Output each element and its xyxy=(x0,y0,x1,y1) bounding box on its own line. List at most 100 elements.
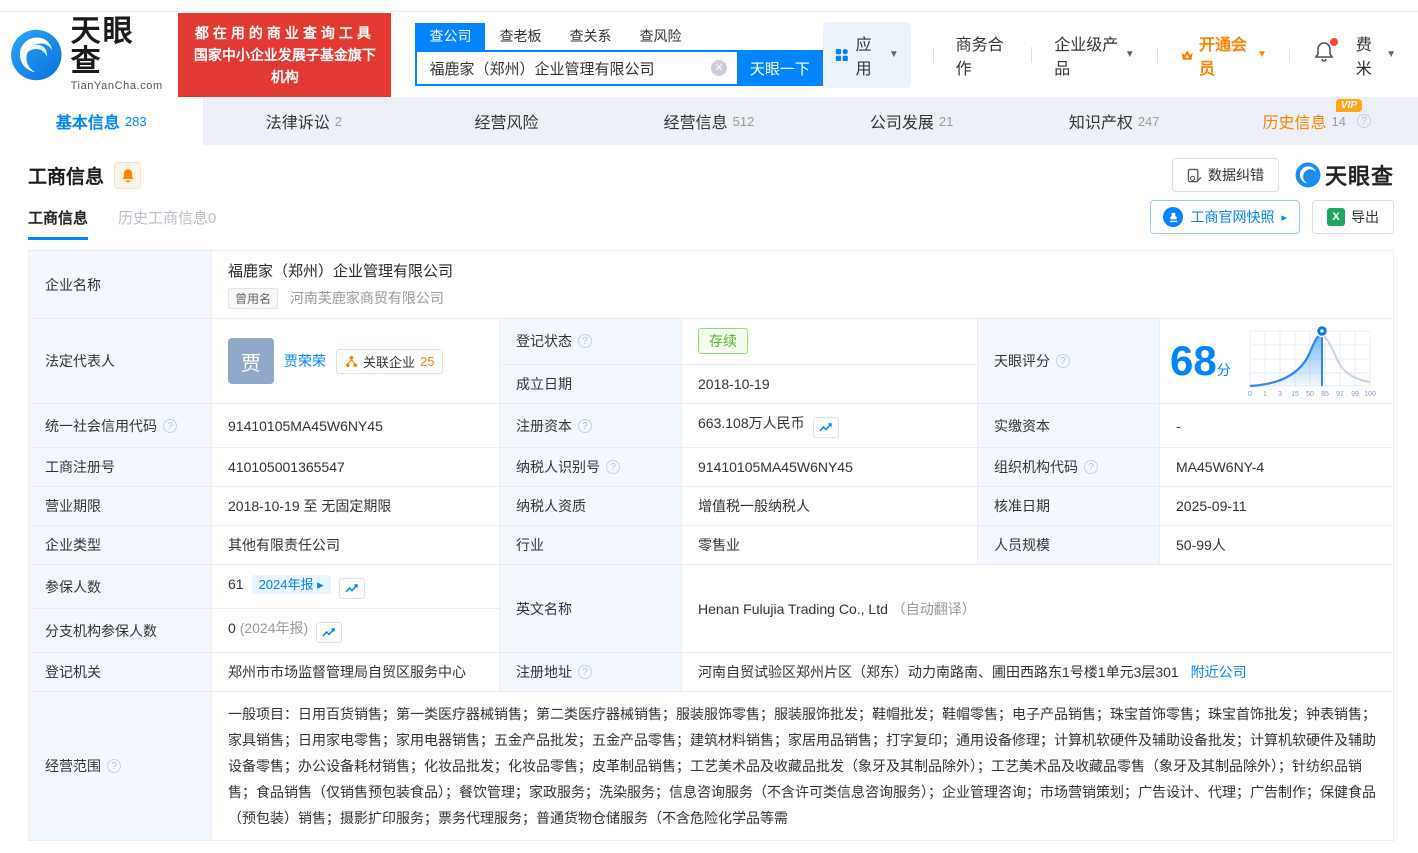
tab-history-info[interactable]: VIP 历史信息 14 ? xyxy=(1215,97,1418,145)
company-name-label: 企业名称 xyxy=(29,251,212,319)
business-term: 2018-10-19 至 无固定期限 xyxy=(212,487,500,526)
help-icon[interactable]: ? xyxy=(606,460,620,474)
search-tab-company[interactable]: 查公司 xyxy=(415,23,485,50)
related-companies-badge[interactable]: 关联企业 25 xyxy=(336,349,443,374)
former-name: 河南芙鹿家商贸有限公司 xyxy=(290,290,444,306)
slogan-banner: 都在用的商业查询工具 国家中小企业发展子基金旗下机构 xyxy=(178,13,391,97)
help-icon[interactable]: ? xyxy=(1056,354,1070,368)
subtab-history-business-info[interactable]: 历史工商信息0 xyxy=(118,207,216,240)
paid-capital-label: 实缴资本 xyxy=(978,404,1160,448)
annual-report-badge[interactable]: 2024年报 ▸ xyxy=(252,575,331,594)
notifications-bell[interactable] xyxy=(1314,41,1334,68)
enterprise-products-menu[interactable]: 企业级产品 ▼ xyxy=(1054,31,1135,79)
company-type-label: 企业类型 xyxy=(29,526,212,565)
clear-search-icon[interactable]: ✕ xyxy=(711,60,727,76)
data-correction-button[interactable]: 数据纠错 xyxy=(1172,158,1279,192)
help-icon[interactable]: ? xyxy=(1084,460,1098,474)
header: 天眼查 TianYanCha.com 都在用的商业查询工具 国家中小企业发展子基… xyxy=(0,12,1418,97)
apps-grid-icon xyxy=(835,46,849,64)
reg-authority-label: 登记机关 xyxy=(29,653,212,692)
table-row: 营业期限 2018-10-19 至 无固定期限 纳税人资质 增值税一般纳税人 核… xyxy=(29,487,1394,526)
tab-operation-info[interactable]: 经营信息 512 xyxy=(608,97,811,145)
svg-text:99: 99 xyxy=(1351,391,1359,398)
taxpayer-id: 91410105MA45W6NY45 xyxy=(682,448,978,487)
score-label: 天眼评分? xyxy=(978,319,1160,404)
excel-icon: X xyxy=(1327,208,1345,226)
user-menu[interactable]: 费米 ▼ xyxy=(1356,31,1396,79)
bell-icon xyxy=(121,168,135,183)
reg-capital-label: 注册资本? xyxy=(500,404,682,448)
help-icon[interactable]: ? xyxy=(578,334,592,348)
help-icon[interactable]: ? xyxy=(578,665,592,679)
staff-size-label: 人员规模 xyxy=(978,526,1160,565)
nearby-companies-link[interactable]: 附近公司 xyxy=(1191,664,1247,680)
stamp-icon xyxy=(1163,207,1183,227)
top-strip xyxy=(0,0,1418,12)
tianyan-score[interactable]: 68分 xyxy=(1170,323,1383,399)
establish-date: 2018-10-19 xyxy=(682,364,978,403)
tab-basic-info[interactable]: 基本信息 283 xyxy=(0,97,203,145)
search-button[interactable]: 天眼一下 xyxy=(737,50,823,86)
help-icon[interactable]: ? xyxy=(107,759,121,773)
branch-insured-label: 分支机构参保人数 xyxy=(29,609,212,653)
official-snapshot-button[interactable]: 工商官网快照 ▸ xyxy=(1150,200,1300,234)
svg-text:100: 100 xyxy=(1364,391,1376,398)
staff-size: 50-99人 xyxy=(1160,526,1394,565)
slogan-line2: 国家中小企业发展子基金旗下机构 xyxy=(190,44,379,88)
table-row: 企业名称 福鹿家（郑州）企业管理有限公司 曾用名 河南芙鹿家商贸有限公司 xyxy=(29,251,1394,319)
business-cooperation-link[interactable]: 商务合作 xyxy=(956,31,1010,79)
paid-capital: - xyxy=(1160,404,1394,448)
user-name: 费米 xyxy=(1356,31,1380,79)
export-button[interactable]: X 导出 xyxy=(1312,200,1394,234)
open-vip-button[interactable]: 开通会员 ▼ xyxy=(1180,31,1267,79)
tab-operation-risk[interactable]: 经营风险 xyxy=(405,97,608,145)
svg-text:85: 85 xyxy=(1321,391,1329,398)
trend-chart-icon[interactable] xyxy=(339,578,365,599)
legal-rep-avatar[interactable]: 贾 xyxy=(228,338,274,384)
search-tab-risk[interactable]: 查风险 xyxy=(625,23,695,50)
trend-chart-icon[interactable] xyxy=(813,417,839,438)
taxpayer-id-label: 纳税人识别号? xyxy=(500,448,682,487)
help-icon[interactable]: ? xyxy=(1357,114,1371,128)
industry: 零售业 xyxy=(682,526,978,565)
tab-legal-litigation[interactable]: 法律诉讼 2 xyxy=(203,97,406,145)
legal-rep-label: 法定代表人 xyxy=(29,319,212,404)
divider xyxy=(933,47,934,63)
logo-brand-text: 天眼查 xyxy=(71,17,165,77)
logo-domain-text: TianYanCha.com xyxy=(71,81,165,92)
former-name-tag: 曾用名 xyxy=(228,288,278,309)
establish-date-label: 成立日期 xyxy=(500,364,682,403)
help-icon[interactable]: ? xyxy=(163,419,177,433)
tianyancha-logo[interactable]: 天眼查 TianYanCha.com xyxy=(10,17,164,92)
chevron-down-icon: ▼ xyxy=(1386,49,1396,60)
search-tab-boss[interactable]: 查老板 xyxy=(485,23,555,50)
search-tab-relation[interactable]: 查关系 xyxy=(555,23,625,50)
company-nav-tabs: 基本信息 283 法律诉讼 2 经营风险 经营信息 512 公司发展 21 知识… xyxy=(0,97,1418,145)
tab-company-development[interactable]: 公司发展 21 xyxy=(810,97,1013,145)
insured-count: 61 xyxy=(228,576,244,592)
divider xyxy=(1157,47,1158,63)
search-input[interactable] xyxy=(415,50,736,86)
section-title: 工商信息 xyxy=(28,162,104,189)
legal-rep-name-link[interactable]: 贾荣荣 xyxy=(284,351,326,371)
org-code: MA45W6NY-4 xyxy=(1160,448,1394,487)
table-row: 经营范围? 一般项目：日用百货销售；第一类医疗器械销售；第二类医疗器械销售；服装… xyxy=(29,692,1394,841)
company-type: 其他有限责任公司 xyxy=(212,526,500,565)
help-icon[interactable]: ? xyxy=(578,419,592,433)
divider xyxy=(1031,47,1032,63)
crown-icon xyxy=(1180,47,1194,63)
data-correction-icon xyxy=(1187,168,1202,183)
subtab-business-info[interactable]: 工商信息 xyxy=(28,207,88,240)
tianyancha-logo-icon xyxy=(1295,162,1321,188)
apps-menu-button[interactable]: 应用 ▼ xyxy=(823,22,911,88)
chevron-down-icon: ▼ xyxy=(1257,49,1267,60)
header-right: 应用 ▼ 商务合作 企业级产品 ▼ 开通会员 ▼ xyxy=(823,22,1396,88)
monitor-bell-button[interactable] xyxy=(114,162,141,189)
search-area: 查公司 查老板 查关系 查风险 ✕ 天眼一下 xyxy=(415,23,822,86)
slogan-line1: 都在用的商业查询工具 xyxy=(190,22,379,44)
trend-chart-icon[interactable] xyxy=(316,622,342,643)
tab-intellectual-property[interactable]: 知识产权 247 xyxy=(1013,97,1216,145)
business-info-table: 企业名称 福鹿家（郑州）企业管理有限公司 曾用名 河南芙鹿家商贸有限公司 法定代… xyxy=(28,250,1394,841)
table-row: 登记机关 郑州市市场监督管理局自贸区服务中心 注册地址? 河南自贸试验区郑州片区… xyxy=(29,653,1394,692)
reg-status-label: 登记状态? xyxy=(500,319,682,365)
